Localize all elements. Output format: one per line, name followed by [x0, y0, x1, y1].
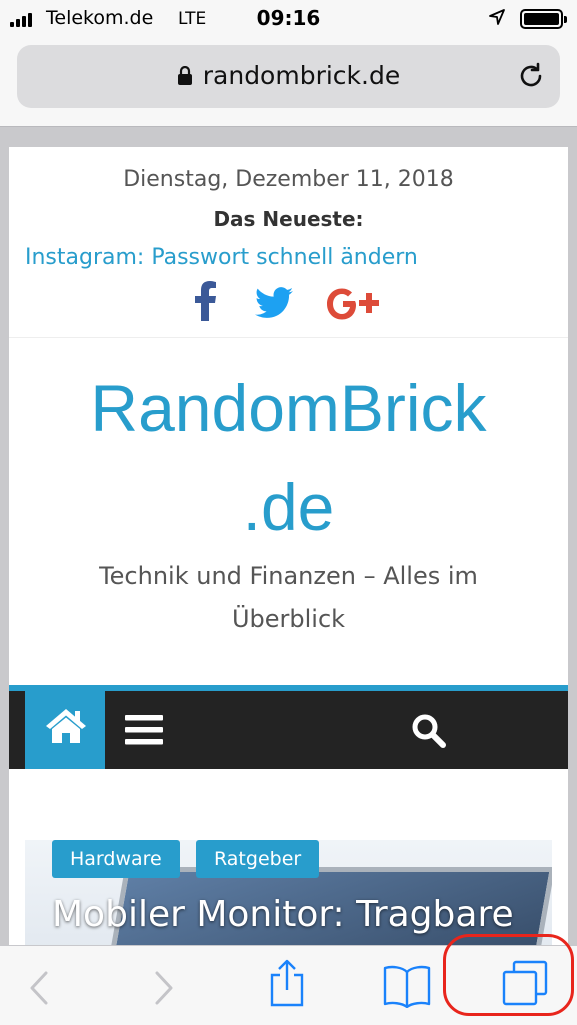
forward-icon[interactable] — [153, 970, 175, 1010]
main-navigation — [9, 685, 568, 769]
current-date: Dienstag, Dezember 11, 2018 — [123, 167, 454, 192]
home-button[interactable] — [25, 691, 105, 769]
newest-label: Das Neueste: — [213, 207, 364, 231]
reload-icon[interactable] — [516, 61, 546, 95]
menu-icon[interactable] — [125, 714, 163, 750]
highlight-circle-annotation — [443, 934, 574, 1016]
browser-address-area: randombrick.de — [0, 38, 577, 127]
site-title[interactable]: RandomBrick .de — [9, 359, 568, 557]
location-icon — [488, 8, 506, 31]
lock-icon — [177, 63, 193, 92]
back-icon[interactable] — [28, 970, 50, 1010]
facebook-icon[interactable] — [195, 281, 217, 325]
bookmarks-icon[interactable] — [382, 964, 432, 1012]
url-field[interactable]: randombrick.de — [17, 61, 560, 92]
share-icon[interactable] — [268, 958, 306, 1012]
google-plus-icon[interactable] — [327, 287, 385, 325]
web-page: Dienstag, Dezember 11, 2018 Das Neueste:… — [9, 147, 568, 947]
featured-title[interactable]: Mobiler Monitor: Tragbare — [52, 894, 514, 935]
site-tagline: Technik und Finanzen – Alles im Überblic… — [99, 562, 478, 633]
category-badge-hardware[interactable]: Hardware — [52, 840, 180, 878]
url-text: randombrick.de — [202, 61, 401, 90]
featured-slider[interactable]: Hardware Ratgeber Mobiler Monitor: Tragb… — [25, 840, 552, 947]
site-title-line-2[interactable]: .de — [9, 458, 568, 557]
address-bar[interactable]: randombrick.de — [17, 45, 560, 108]
category-badge-ratgeber[interactable]: Ratgeber — [196, 840, 320, 878]
status-bar: Telekom.de LTE 09:16 — [0, 0, 577, 38]
battery-icon — [520, 9, 567, 29]
home-icon — [46, 709, 86, 743]
site-title-line-1[interactable]: RandomBrick — [9, 359, 568, 458]
twitter-icon[interactable] — [255, 287, 293, 323]
search-icon[interactable] — [411, 713, 447, 753]
divider — [9, 337, 568, 338]
newest-article-link[interactable]: Instagram: Passwort schnell ändern — [25, 245, 418, 270]
